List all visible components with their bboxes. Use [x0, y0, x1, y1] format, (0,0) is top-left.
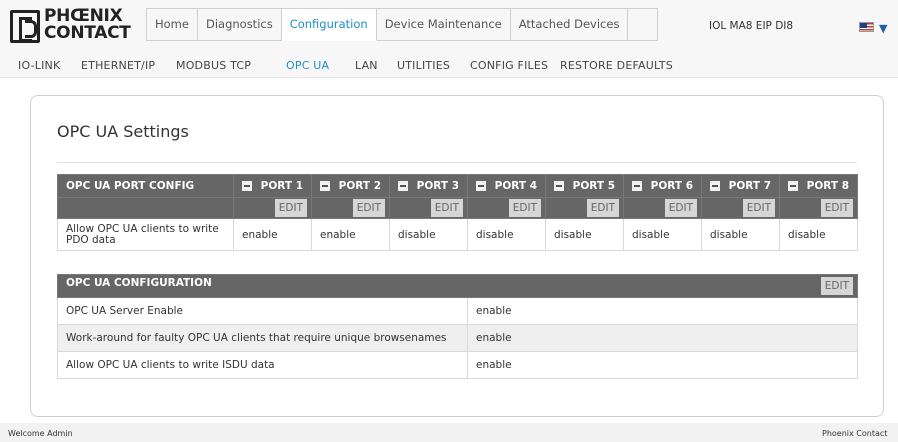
collapse-icon[interactable]: [554, 180, 564, 191]
collapse-icon[interactable]: [788, 180, 798, 191]
port-6-header: PORT 6: [623, 174, 702, 198]
port-4-edit-cell: EDIT: [467, 197, 546, 219]
port-1-edit-cell: EDIT: [233, 197, 312, 219]
edit-port-3-button[interactable]: EDIT: [430, 199, 463, 217]
us-flag-icon[interactable]: [859, 22, 874, 32]
port-3-header: PORT 3: [389, 174, 468, 198]
setting-label: Allow OPC UA clients to write ISDU data: [57, 351, 468, 379]
edit-port-5-button[interactable]: EDIT: [586, 199, 619, 217]
port-6-edit-cell: EDIT: [623, 197, 702, 219]
subnav-utilities[interactable]: UTILITIES: [397, 59, 450, 72]
setting-value: enable: [467, 324, 858, 352]
config-header-cell: OPC UA CONFIGURATION EDIT: [57, 274, 858, 298]
footer: Welcome Admin Phoenix Contact: [0, 423, 898, 442]
port-config-table: OPC UA PORT CONFIG PORT 1 PORT 2 PORT 3 …: [57, 174, 858, 251]
edit-port-7-button[interactable]: EDIT: [742, 199, 775, 217]
company-name: Phoenix Contact: [822, 429, 888, 438]
tab-spacer: [628, 8, 659, 41]
edit-port-8-button[interactable]: EDIT: [820, 199, 853, 217]
port-4-value: disable: [467, 218, 546, 251]
subnav-ethernet-ip[interactable]: ETHERNET/IP: [81, 59, 155, 72]
tab-configuration[interactable]: Configuration: [281, 8, 377, 41]
collapse-icon[interactable]: [632, 180, 642, 191]
top-header: PHŒNIX CONTACT Home Diagnostics Configur…: [0, 0, 898, 57]
port-8-header: PORT 8: [779, 174, 858, 198]
setting-value: enable: [467, 351, 858, 379]
subnav-opc-ua[interactable]: OPC UA: [286, 59, 329, 72]
port-config-header: OPC UA PORT CONFIG: [57, 174, 234, 198]
port-8-edit-cell: EDIT: [779, 197, 858, 219]
table-row: Allow OPC UA clients to write ISDU data …: [57, 351, 858, 379]
tab-device-maintenance[interactable]: Device Maintenance: [376, 8, 511, 41]
table-row: Work-around for faulty OPC UA clients th…: [57, 324, 858, 352]
setting-label: Work-around for faulty OPC UA clients th…: [57, 324, 468, 352]
port-7-header: PORT 7: [701, 174, 780, 198]
port-label: PORT 5: [572, 179, 615, 192]
port-7-edit-cell: EDIT: [701, 197, 780, 219]
subnav-modbus-tcp[interactable]: MODBUS TCP: [176, 59, 251, 72]
collapse-icon[interactable]: [242, 180, 252, 191]
port-label: PORT 1: [260, 179, 303, 192]
port-edit-row: EDIT EDIT EDIT EDIT EDIT EDIT EDIT EDIT: [57, 197, 858, 219]
collapse-icon[interactable]: [476, 180, 486, 191]
config-header-row: OPC UA CONFIGURATION EDIT: [57, 274, 858, 298]
sub-navigation: IO-LINK ETHERNET/IP MODBUS TCP OPC UA LA…: [0, 57, 898, 78]
port-header-row: OPC UA PORT CONFIG PORT 1 PORT 2 PORT 3 …: [57, 174, 858, 198]
phoenix-contact-logo[interactable]: PHŒNIX CONTACT: [10, 8, 140, 45]
port-7-value: disable: [701, 218, 780, 251]
port-label: PORT 4: [494, 179, 537, 192]
port-2-edit-cell: EDIT: [311, 197, 390, 219]
port-label: PORT 3: [416, 179, 459, 192]
port-1-value: enable: [233, 218, 312, 251]
port-3-value: disable: [389, 218, 468, 251]
tab-diagnostics[interactable]: Diagnostics: [197, 8, 282, 41]
collapse-icon[interactable]: [398, 180, 408, 191]
row-label: Allow OPC UA clients to write PDO data: [57, 218, 234, 251]
subnav-restore-defaults[interactable]: RESTORE DEFAULTS: [560, 59, 673, 72]
table-row: Allow OPC UA clients to write PDO data e…: [57, 218, 858, 251]
collapse-icon[interactable]: [710, 180, 720, 191]
port-3-edit-cell: EDIT: [389, 197, 468, 219]
port-8-value: disable: [779, 218, 858, 251]
port-5-edit-cell: EDIT: [545, 197, 624, 219]
edit-port-2-button[interactable]: EDIT: [352, 199, 385, 217]
port-label: PORT 8: [806, 179, 849, 192]
port-2-header: PORT 2: [311, 174, 390, 198]
tab-home[interactable]: Home: [146, 8, 198, 41]
table-row: OPC UA Server Enable enable: [57, 297, 858, 325]
port-6-value: disable: [623, 218, 702, 251]
device-name: IOL MA8 EIP DI8: [709, 20, 794, 32]
title-divider: [57, 162, 857, 163]
port-label: PORT 6: [650, 179, 693, 192]
phoenix-logo-icon: [10, 10, 40, 43]
edit-port-4-button[interactable]: EDIT: [508, 199, 541, 217]
logo-text: PHŒNIX CONTACT: [44, 8, 131, 42]
config-header-title: OPC UA CONFIGURATION: [66, 277, 212, 289]
collapse-icon[interactable]: [320, 180, 330, 191]
subnav-io-link[interactable]: IO-LINK: [18, 59, 60, 72]
port-label: PORT 2: [338, 179, 381, 192]
edit-port-1-button[interactable]: EDIT: [274, 199, 307, 217]
edit-configuration-button[interactable]: EDIT: [820, 277, 853, 295]
edit-port-6-button[interactable]: EDIT: [664, 199, 697, 217]
port-label: PORT 7: [728, 179, 771, 192]
empty-header-cell: [57, 197, 234, 219]
settings-panel: OPC UA Settings OPC UA PORT CONFIG PORT …: [30, 95, 884, 417]
welcome-text: Welcome Admin: [8, 429, 73, 438]
tab-attached-devices[interactable]: Attached Devices: [510, 8, 629, 41]
logo-line-2: CONTACT: [44, 23, 131, 43]
port-5-value: disable: [545, 218, 624, 251]
subnav-lan[interactable]: LAN: [355, 59, 378, 72]
port-2-value: enable: [311, 218, 390, 251]
main-tabs: Home Diagnostics Configuration Device Ma…: [146, 8, 659, 41]
port-1-header: PORT 1: [233, 174, 312, 198]
setting-value: enable: [467, 297, 858, 325]
opc-ua-configuration-table: OPC UA CONFIGURATION EDIT OPC UA Server …: [57, 274, 858, 379]
port-5-header: PORT 5: [545, 174, 624, 198]
page-title: OPC UA Settings: [57, 122, 189, 141]
setting-label: OPC UA Server Enable: [57, 297, 468, 325]
port-4-header: PORT 4: [467, 174, 546, 198]
subnav-config-files[interactable]: CONFIG FILES: [470, 59, 548, 72]
triangle-down-icon[interactable]: ▼: [879, 22, 887, 35]
